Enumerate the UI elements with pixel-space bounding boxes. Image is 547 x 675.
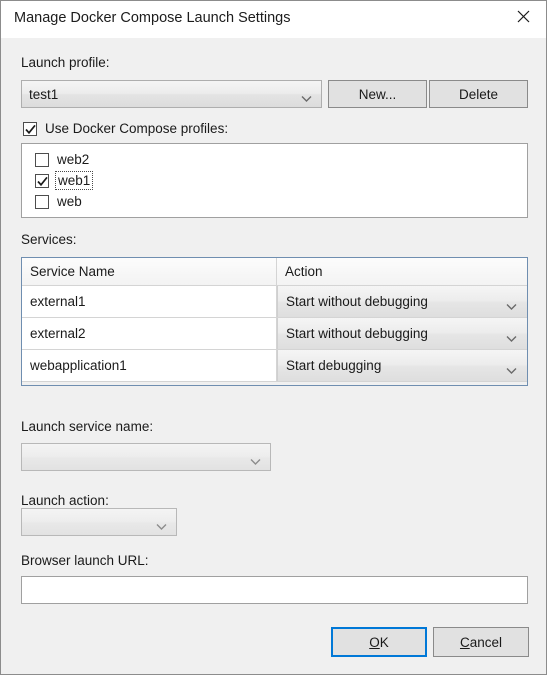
chevron-down-icon [156, 519, 167, 530]
checkbox-box [35, 173, 49, 188]
manage-docker-compose-launch-settings-dialog: Manage Docker Compose Launch Settings La… [0, 0, 547, 675]
browser-launch-url-label: Browser launch URL: [21, 553, 149, 568]
launch-action-label: Launch action: [21, 493, 109, 508]
list-item-label: web2 [57, 152, 90, 167]
table-empty-row [22, 382, 527, 385]
list-item[interactable]: web [35, 194, 527, 209]
chevron-down-icon [506, 362, 517, 374]
list-item[interactable]: web1 [35, 171, 527, 190]
ok-button[interactable]: OK [331, 627, 427, 657]
cancel-button[interactable]: Cancel [433, 627, 529, 657]
new-profile-button[interactable]: New... [328, 80, 427, 108]
services-table: Service Name Action external1 Start with… [21, 257, 528, 386]
cancel-accel: C [459, 634, 470, 650]
use-compose-profiles-label: Use Docker Compose profiles: [45, 121, 229, 136]
table-row[interactable]: webapplication1 Start debugging [22, 350, 527, 382]
table-row[interactable]: external2 Start without debugging [22, 318, 527, 350]
cell-service-name: webapplication1 [22, 350, 277, 381]
browser-launch-url-input[interactable] [21, 576, 528, 604]
cell-service-name: external1 [22, 286, 277, 317]
list-item[interactable]: web2 [35, 152, 527, 167]
title-bar: Manage Docker Compose Launch Settings [1, 1, 546, 38]
cell-action-value: Start debugging [286, 358, 382, 373]
launch-service-name-label: Launch service name: [21, 419, 154, 434]
delete-profile-button[interactable]: Delete [429, 80, 528, 108]
launch-action-combobox[interactable] [21, 508, 177, 536]
chevron-down-icon [301, 91, 312, 102]
checkbox-box [23, 121, 37, 136]
check-icon [37, 176, 48, 186]
list-item-label: web [57, 194, 82, 209]
column-header-action[interactable]: Action [277, 258, 527, 285]
check-icon [25, 124, 36, 134]
checkbox-box [35, 152, 49, 167]
list-item-label: web1 [54, 171, 94, 190]
cell-action-value: Start without debugging [286, 294, 428, 309]
close-icon [517, 10, 530, 23]
checkbox-box [35, 194, 49, 209]
ok-rest: K [379, 634, 389, 650]
table-row[interactable]: external1 Start without debugging [22, 286, 527, 318]
launch-profile-combobox[interactable]: test1 [21, 80, 322, 108]
use-compose-profiles-checkbox[interactable]: Use Docker Compose profiles: [23, 121, 228, 136]
window-title: Manage Docker Compose Launch Settings [14, 10, 291, 26]
launch-profile-label: Launch profile: [21, 55, 110, 70]
ok-accel: O [369, 634, 380, 650]
column-header-service-name[interactable]: Service Name [22, 258, 277, 285]
services-label: Services: [21, 232, 77, 247]
close-button[interactable] [500, 1, 546, 31]
cell-action-combobox[interactable]: Start without debugging [277, 318, 527, 349]
launch-profile-value: test1 [29, 86, 59, 102]
chevron-down-icon [250, 454, 261, 465]
launch-service-name-combobox[interactable] [21, 443, 271, 471]
cancel-rest: ancel [469, 634, 503, 650]
cell-action-value: Start without debugging [286, 326, 428, 341]
new-profile-button-label: New... [358, 86, 397, 102]
chevron-down-icon [506, 330, 517, 342]
cancel-button-label: Cancel [460, 635, 502, 650]
cell-action-combobox[interactable]: Start debugging [277, 350, 527, 381]
cell-service-name: external2 [22, 318, 277, 349]
table-header-row: Service Name Action [22, 258, 527, 286]
chevron-down-icon [506, 298, 517, 310]
ok-button-label: OK [369, 635, 389, 650]
compose-profiles-listbox[interactable]: web2 web1 web [21, 143, 528, 218]
cell-action-combobox[interactable]: Start without debugging [277, 286, 527, 317]
delete-profile-button-label: Delete [458, 86, 499, 102]
